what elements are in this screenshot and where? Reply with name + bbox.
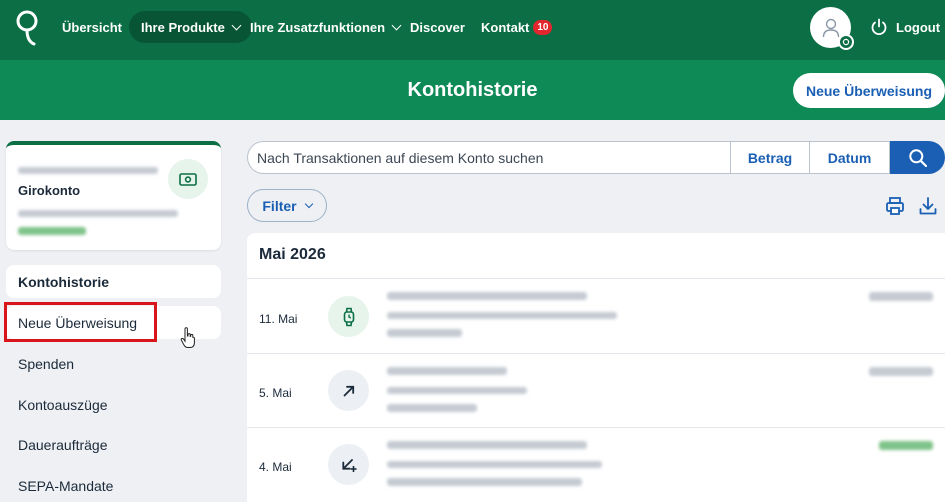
search-button[interactable] <box>890 141 945 174</box>
redacted-transaction-payee <box>387 292 587 300</box>
new-transfer-button[interactable]: Neue Überweisung <box>793 73 945 108</box>
highlight-box <box>4 302 157 342</box>
arrow-incoming-icon <box>328 444 369 485</box>
redacted-transaction-reference <box>387 312 617 319</box>
transaction-list: Mai 2026 11. Mai 5. Mai 4. Mai <box>247 233 945 502</box>
nav-overview[interactable]: Übersicht <box>62 0 122 54</box>
sidebar-item-label: Kontoauszüge <box>18 396 108 413</box>
sidebar-item-sepa-mandates[interactable]: SEPA-Mandate <box>6 469 221 502</box>
contact-count-badge: 10 <box>533 19 553 35</box>
sidebar-item-label: Daueraufträge <box>18 436 108 453</box>
user-avatar[interactable] <box>810 7 854 50</box>
redacted-transaction-payee <box>387 441 587 449</box>
redacted-transaction-amount <box>869 292 933 301</box>
nav-overview-label: Übersicht <box>62 19 122 35</box>
filter-button[interactable]: Filter <box>247 189 327 222</box>
transaction-row[interactable]: 5. Mai <box>247 354 945 428</box>
nav-additional-functions[interactable]: Ihre Zusatzfunktionen <box>250 0 402 54</box>
sidebar-item-standing-orders[interactable]: Daueraufträge <box>6 428 221 461</box>
account-card[interactable]: Girokonto <box>6 141 221 250</box>
transaction-row[interactable]: 4. Mai <box>247 428 945 502</box>
settings-badge-icon <box>838 34 854 50</box>
transaction-search-input[interactable]: Nach Transaktionen auf diesem Konto such… <box>247 141 730 174</box>
chevron-down-icon <box>304 199 313 208</box>
hand-cursor-icon <box>180 327 195 348</box>
redacted-transaction-payee <box>387 367 507 375</box>
redacted-transaction-category <box>387 404 477 412</box>
search-placeholder: Nach Transaktionen auf diesem Konto such… <box>257 149 544 166</box>
nav-additional-label: Ihre Zusatzfunktionen <box>250 19 386 35</box>
redacted-account-holder <box>18 167 158 174</box>
nav-discover-label: Discover <box>410 19 465 35</box>
search-icon <box>908 148 927 167</box>
nav-contact-label: Kontakt <box>481 19 530 35</box>
account-name: Girokonto <box>18 183 81 198</box>
month-heading: Mai 2026 <box>259 246 326 263</box>
sidebar-item-statements[interactable]: Kontoauszüge <box>6 388 221 421</box>
sidebar-item-donations[interactable]: Spenden <box>6 347 221 380</box>
bank-logo[interactable] <box>14 8 40 48</box>
transaction-row[interactable]: 11. Mai <box>247 279 945 353</box>
chevron-down-icon <box>231 20 242 30</box>
logout-button[interactable]: Logout <box>870 18 940 36</box>
redacted-transaction-reference <box>387 461 602 468</box>
transaction-date: 5. Mai <box>259 386 292 400</box>
top-navigation: Übersicht Ihre Produkte Ihre Zusatzfunkt… <box>0 0 945 60</box>
nav-products[interactable]: Ihre Produkte <box>129 11 252 43</box>
cash-icon <box>168 159 208 199</box>
print-icon[interactable] <box>885 196 905 216</box>
sidebar-item-account-history[interactable]: Kontohistorie <box>6 265 221 298</box>
watch-icon <box>328 296 369 337</box>
redacted-transaction-reference <box>387 387 527 394</box>
chevron-down-icon <box>391 20 402 30</box>
user-icon <box>822 18 839 37</box>
date-filter-button[interactable]: Datum <box>810 141 890 174</box>
sidebar-item-label: SEPA-Mandate <box>18 477 114 494</box>
logout-label: Logout <box>896 19 941 35</box>
redacted-balance <box>18 227 86 235</box>
filter-label: Filter <box>262 197 297 214</box>
redacted-transaction-amount <box>879 441 933 450</box>
transaction-date: 4. Mai <box>259 460 292 474</box>
amount-filter-button[interactable]: Betrag <box>730 141 810 174</box>
transaction-date: 11. Mai <box>259 312 298 326</box>
power-icon <box>871 18 887 36</box>
nav-contact[interactable]: Kontakt 10 <box>481 0 553 54</box>
redacted-transaction-amount <box>869 367 933 376</box>
nav-products-label: Ihre Produkte <box>141 19 225 35</box>
sidebar-item-label: Spenden <box>18 355 75 372</box>
redacted-transaction-category <box>387 329 462 337</box>
redacted-transaction-category <box>387 478 582 486</box>
download-icon[interactable] <box>918 196 938 216</box>
sidebar-item-label: Kontohistorie <box>18 273 109 290</box>
nav-discover[interactable]: Discover <box>410 0 465 54</box>
redacted-iban <box>18 210 178 217</box>
arrow-outgoing-icon <box>328 370 369 411</box>
